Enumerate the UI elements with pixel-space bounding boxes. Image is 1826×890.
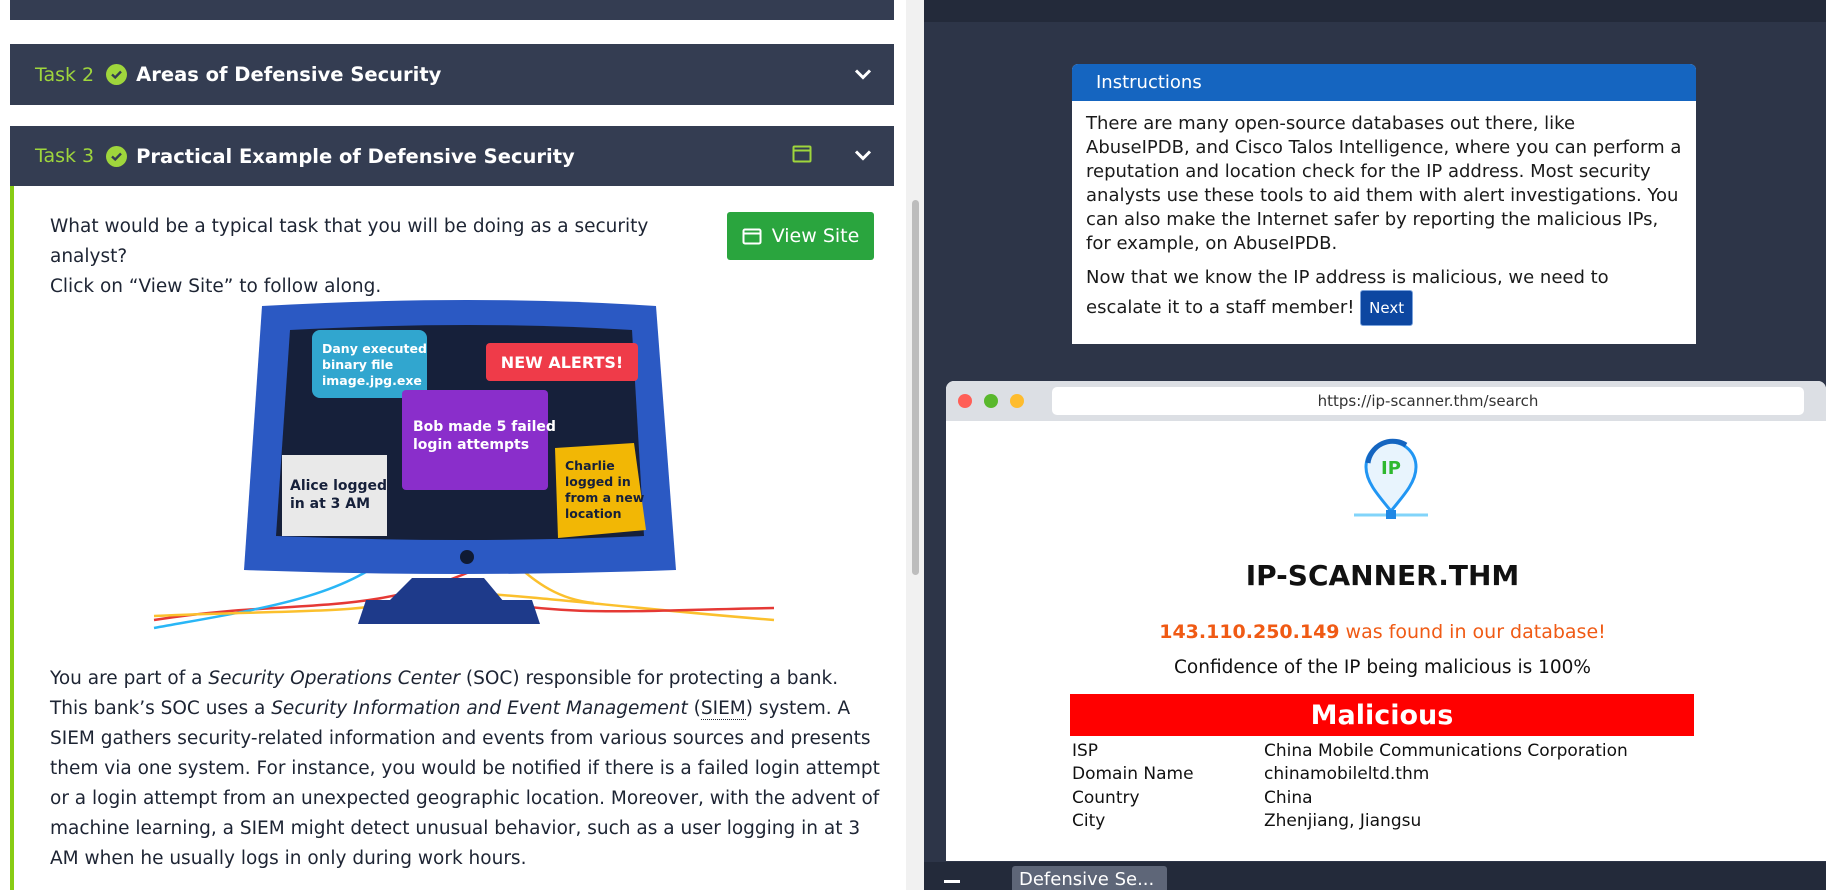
card-bob-line2: login attempts (413, 437, 529, 453)
para-text: ( (687, 698, 701, 719)
siem-term: Security Information and Event Managemen… (271, 698, 688, 719)
task1-header[interactable] (10, 0, 894, 20)
info-key: City (1072, 811, 1106, 832)
minimize-icon[interactable] (944, 880, 960, 883)
taskbar-window-tab[interactable]: Defensive Se... (1012, 866, 1167, 890)
check-icon (106, 64, 128, 85)
vm-top-bar (924, 0, 1826, 22)
ip-address: 143.110.250.149 (1159, 621, 1340, 643)
siem-abbreviation[interactable]: SIEM (700, 698, 746, 720)
confidence-text: Confidence of the IP being malicious is … (1173, 657, 1592, 678)
instructions-body: There are many open-source databases out… (1072, 101, 1696, 326)
info-value: China (1264, 787, 1313, 808)
found-message: 143.110.250.149 was found in our databas… (946, 621, 1819, 643)
url-bar[interactable]: https://ip-scanner.thm/search (1052, 387, 1804, 415)
check-icon (106, 145, 128, 167)
chevron-down-icon[interactable] (854, 65, 872, 84)
task3-content: What would be a typical task that you wi… (10, 186, 894, 890)
minimize-window-dot[interactable] (1010, 394, 1024, 408)
view-site-button[interactable]: View Site (727, 212, 874, 260)
found-text: was found in our database! (1339, 621, 1606, 643)
card-charlie-line1: Charlie (565, 458, 615, 473)
info-value: Zhenjiang, Jiangsu (1264, 811, 1422, 832)
card-dany-line1: Dany executed (322, 341, 427, 356)
view-site-label: View Site (771, 225, 860, 247)
verdict-banner: Malicious (1070, 694, 1694, 736)
window-icon (742, 228, 762, 244)
para-text: ) system. A SIEM gathers security-relate… (50, 698, 880, 869)
scrollbar-thumb[interactable] (912, 200, 919, 575)
vm-panel: Instructions There are many open-source … (924, 0, 1826, 890)
card-alice-line1: Alice logged (290, 478, 387, 494)
task3-intro: What would be a typical task that you wi… (50, 212, 730, 302)
chevron-down-icon[interactable] (854, 147, 872, 166)
next-button[interactable]: Next (1360, 290, 1414, 326)
soc-term: Security Operations Center (208, 668, 461, 689)
task3-number: Task 3 (35, 145, 95, 167)
instructions-card: Instructions There are many open-source … (1072, 64, 1696, 344)
task2-number: Task 2 (35, 63, 95, 86)
task3-header[interactable]: Task 3 Practical Example of Defensive Se… (10, 126, 894, 186)
ip-info-table: ISP China Mobile Communications Corporat… (1072, 739, 1628, 833)
instructions-heading: Instructions (1072, 64, 1696, 101)
soc-paragraph: You are part of a Security Operations Ce… (50, 664, 880, 874)
card-alice-line2: in at 3 AM (290, 496, 370, 512)
info-key: Country (1072, 787, 1140, 808)
para-text: You are part of a (50, 668, 209, 689)
task2-header[interactable]: Task 2 Areas of Defensive Security (10, 44, 894, 105)
card-charlie-line3: from a new (565, 490, 645, 505)
intro-line-1: What would be a typical task that you wi… (50, 216, 649, 267)
info-row-domain: Domain Name chinamobileltd.thm (1072, 763, 1628, 787)
task2-title: Areas of Defensive Security (136, 63, 442, 86)
card-dany-line2: binary file (322, 357, 393, 372)
soc-monitor-illustration: Dany executed binary file image.jpg.exe … (153, 300, 775, 630)
info-row-city: City Zhenjiang, Jiangsu (1072, 810, 1628, 834)
logo-text: IP (1381, 458, 1401, 479)
info-key: ISP (1072, 740, 1099, 761)
info-row-isp: ISP China Mobile Communications Corporat… (1072, 739, 1628, 763)
card-charlie-line2: logged in (565, 474, 631, 489)
task-panel: Task 2 Areas of Defensive Security Task … (0, 0, 906, 890)
ip-location-logo: IP (1354, 438, 1428, 519)
site-title: IP-SCANNER.THM (1245, 559, 1520, 592)
browser-window: https://ip-scanner.thm/search IP IP-SCAN… (946, 381, 1826, 861)
card-bob-line1: Bob made 5 failed (413, 419, 556, 435)
split-window-icon[interactable] (792, 145, 812, 167)
instructions-para-2: Now that we know the IP address is malic… (1086, 266, 1682, 326)
info-value: chinamobileltd.thm (1264, 764, 1430, 785)
close-window-dot[interactable] (958, 394, 972, 408)
instructions-para-2-text: Now that we know the IP address is malic… (1086, 267, 1609, 318)
browser-titlebar: https://ip-scanner.thm/search (946, 381, 1826, 421)
card-dany-line3: image.jpg.exe (322, 373, 422, 388)
card-charlie-line4: location (565, 506, 621, 521)
info-value: China Mobile Communications Corporation (1264, 740, 1628, 761)
card-new-alerts: NEW ALERTS! (501, 353, 623, 372)
info-key: Domain Name (1072, 764, 1194, 785)
maximize-window-dot[interactable] (984, 394, 998, 408)
instructions-para-1: There are many open-source databases out… (1086, 113, 1682, 254)
task3-title: Practical Example of Defensive Security (136, 144, 575, 168)
info-row-country: Country China (1072, 786, 1628, 810)
